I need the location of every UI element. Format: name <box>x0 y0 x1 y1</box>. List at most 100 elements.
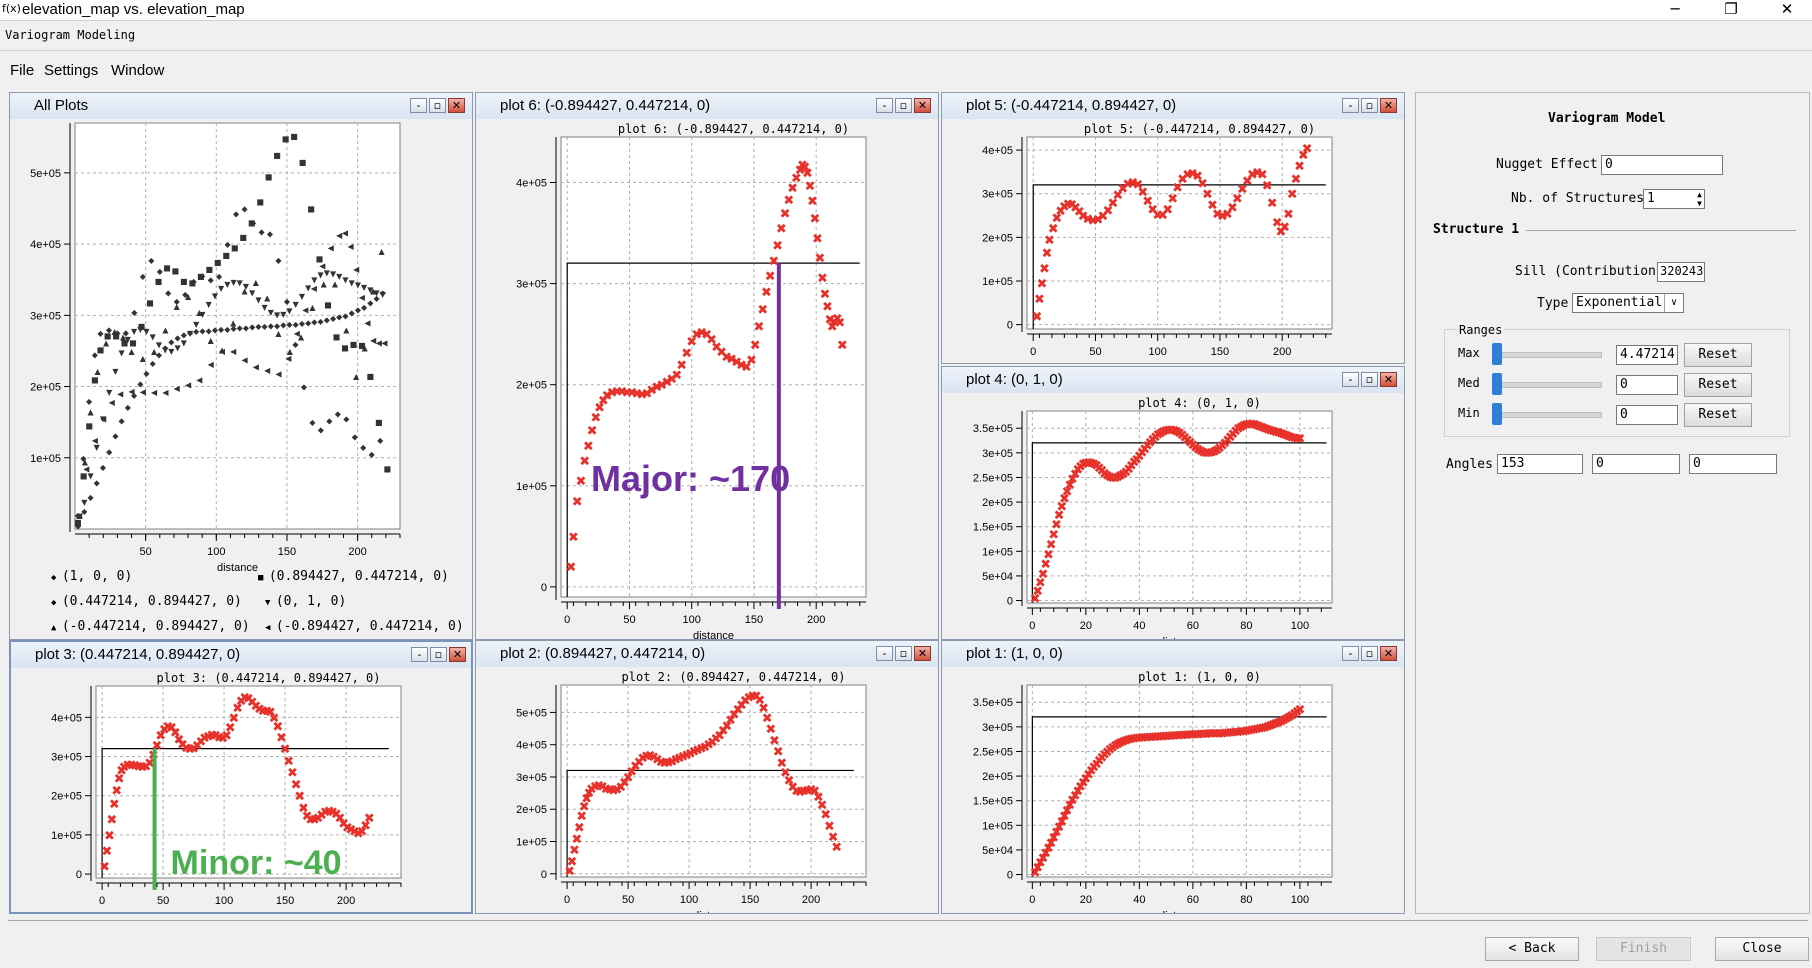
close-icon[interactable]: ✕ <box>1764 0 1810 20</box>
panel-header: plot 4: (0, 1, 0) <box>942 367 1404 393</box>
x-tick-label: 80 <box>1240 894 1252 906</box>
close-icon[interactable]: ✕ <box>1380 646 1397 661</box>
range-min-slider-handle[interactable] <box>1492 403 1502 425</box>
range-max-label: Max <box>1458 346 1480 360</box>
range-min-slider-track[interactable] <box>1492 412 1602 418</box>
maximize-icon[interactable]: ▫ <box>895 646 912 661</box>
data-point: ✖ <box>587 424 598 439</box>
minimize-icon[interactable]: - <box>876 98 893 113</box>
angle-rake-field[interactable]: 0 <box>1689 454 1777 474</box>
data-point: ✖ <box>761 286 772 301</box>
maximize-icon[interactable]: ▫ <box>430 647 447 662</box>
minimize-icon-glyph: - <box>417 648 422 661</box>
minimize-icon-glyph: - <box>416 99 421 112</box>
overlay-point: ▼ <box>206 300 213 309</box>
sill-field[interactable]: 320243 <box>1657 262 1705 282</box>
legend-marker-icon: ◀ <box>265 623 276 633</box>
x-axis-label: distance <box>693 910 734 913</box>
finish-button[interactable]: Finish <box>1596 937 1691 961</box>
range-max-field[interactable]: 4.47214 <box>1616 345 1678 365</box>
data-point: ✖ <box>780 207 791 222</box>
minimize-icon[interactable]: ─ <box>1652 0 1698 20</box>
close-icon[interactable]: ✕ <box>1380 98 1397 113</box>
type-value: Exponential <box>1576 295 1663 310</box>
range-max-reset-button[interactable]: Reset <box>1684 343 1752 367</box>
overlay-point: ◀ <box>128 387 135 396</box>
panel-plot-5[interactable]: plot 5: (-0.447214, 0.894427, 0) 0 50 100 1… <box>941 92 1405 364</box>
close-icon[interactable]: ✕ <box>448 98 465 113</box>
overlay-point: ◆ <box>165 289 172 298</box>
overlay-point: ▲ <box>120 333 127 342</box>
range-med-field[interactable]: 0 <box>1616 375 1678 395</box>
close-icon[interactable]: ✕ <box>449 647 466 662</box>
overlay-point: ◀ <box>92 436 99 445</box>
minimize-icon[interactable]: - <box>1342 372 1359 387</box>
range-med-slider-track[interactable] <box>1492 382 1602 388</box>
maximize-icon[interactable]: ▫ <box>429 98 446 113</box>
overlay-point: ◀ <box>241 355 248 364</box>
close-icon[interactable]: ✕ <box>914 646 931 661</box>
x-tick-label: 40 <box>1133 620 1145 632</box>
range-med-reset-button[interactable]: Reset <box>1684 373 1752 397</box>
x-axis-label: distance <box>693 630 734 639</box>
menu-window[interactable]: Window <box>111 62 164 79</box>
overlay-point: ◆ <box>216 272 223 281</box>
structures-spinbox[interactable]: 1 ▲ ▼ <box>1643 189 1705 209</box>
maximize-icon[interactable]: ▫ <box>895 98 912 113</box>
nugget-field[interactable]: 0 <box>1601 155 1723 175</box>
range-med-slider-handle[interactable] <box>1492 373 1502 395</box>
angle-dip-field[interactable]: 0 <box>1592 454 1680 474</box>
range-min-field[interactable]: 0 <box>1616 405 1678 425</box>
maximize-icon[interactable]: ▫ <box>1361 646 1378 661</box>
maximize-icon[interactable]: ▫ <box>1361 98 1378 113</box>
maximize-icon[interactable]: ❐ <box>1708 0 1754 20</box>
spin-arrows-icon[interactable]: ▲ ▼ <box>1697 190 1702 208</box>
structures-label: Nb. of Structures <box>1511 191 1645 206</box>
x-tick-label: 0 <box>1029 620 1035 632</box>
minimize-icon[interactable]: - <box>1342 646 1359 661</box>
back-button[interactable]: < Back <box>1485 937 1579 961</box>
y-tick-label: 3.5e+05 <box>973 423 1013 435</box>
panel-all-plots[interactable]: All Plots 50 100 150 200 1e+05 2e+05 3e+05 4e+0… <box>9 92 473 640</box>
data-point: ✖ <box>812 232 823 247</box>
close-button[interactable]: Close <box>1715 937 1809 961</box>
minimize-icon[interactable]: - <box>1342 98 1359 113</box>
model-heading: Variogram Model <box>1548 111 1666 126</box>
panel-header: plot 3: (0.447214, 0.894427, 0) <box>11 642 471 668</box>
x-tick-label: 200 <box>337 895 355 907</box>
data-point: ✖ <box>1267 196 1278 211</box>
legend-marker-icon: ▲ <box>51 623 62 633</box>
angle-azimuth-field[interactable]: 153 <box>1497 454 1583 474</box>
minimize-icon[interactable]: - <box>410 98 427 113</box>
x-axis-label: distance <box>217 562 258 574</box>
panel-plot-6[interactable]: plot 6: (-0.894427, 0.447214, 0) 0 50 100 1… <box>475 92 939 640</box>
panel-plot-3[interactable]: plot 3: (0.447214, 0.894427, 0) 0 50 100 15… <box>9 640 473 914</box>
minimize-icon[interactable]: - <box>411 647 428 662</box>
close-icon[interactable]: ✕ <box>914 98 931 113</box>
close-icon[interactable]: ✕ <box>1380 372 1397 387</box>
minimize-icon[interactable]: - <box>876 646 893 661</box>
menu-settings[interactable]: Settings <box>44 62 98 79</box>
overlay-point: ◀ <box>302 306 309 315</box>
panel-plot-4[interactable]: plot 4: (0, 1, 0) 0 20 40 60 80 100 0 5e+04 1e+0… <box>941 366 1405 640</box>
overlay-point: ▼ <box>299 292 306 301</box>
y-tick-label: 2e+05 <box>30 382 61 394</box>
range-max-slider-track[interactable] <box>1492 352 1602 358</box>
panel-plot-1[interactable]: plot 1: (1, 0, 0) 0 20 40 60 80 100 0 5e+04 1e+0… <box>941 640 1405 914</box>
overlay-point: ▲ <box>111 327 118 336</box>
y-tick-label: 0 <box>1007 596 1013 608</box>
x-tick-label: 100 <box>1291 894 1309 906</box>
panel-plot-2[interactable]: plot 2: (0.894427, 0.447214, 0) 0 50 100 15… <box>475 640 939 914</box>
menu-file[interactable]: File <box>10 62 34 79</box>
plot-inner-title: plot 3: (0.447214, 0.894427, 0) <box>157 671 381 685</box>
x-tick-label: 100 <box>215 895 233 907</box>
overlay-point: ◆ <box>150 359 157 368</box>
chevron-down-icon[interactable]: ∨ <box>1664 294 1683 312</box>
type-select[interactable]: Exponential ∨ <box>1572 293 1684 313</box>
minor-range-annotation: Minor: ~40 <box>171 844 342 882</box>
range-min-reset-button[interactable]: Reset <box>1684 403 1752 427</box>
maximize-icon[interactable]: ▫ <box>1361 372 1378 387</box>
data-point: ✖ <box>1287 188 1298 203</box>
overlay-point: ◆ <box>119 417 126 426</box>
range-max-slider-handle[interactable] <box>1492 343 1502 365</box>
